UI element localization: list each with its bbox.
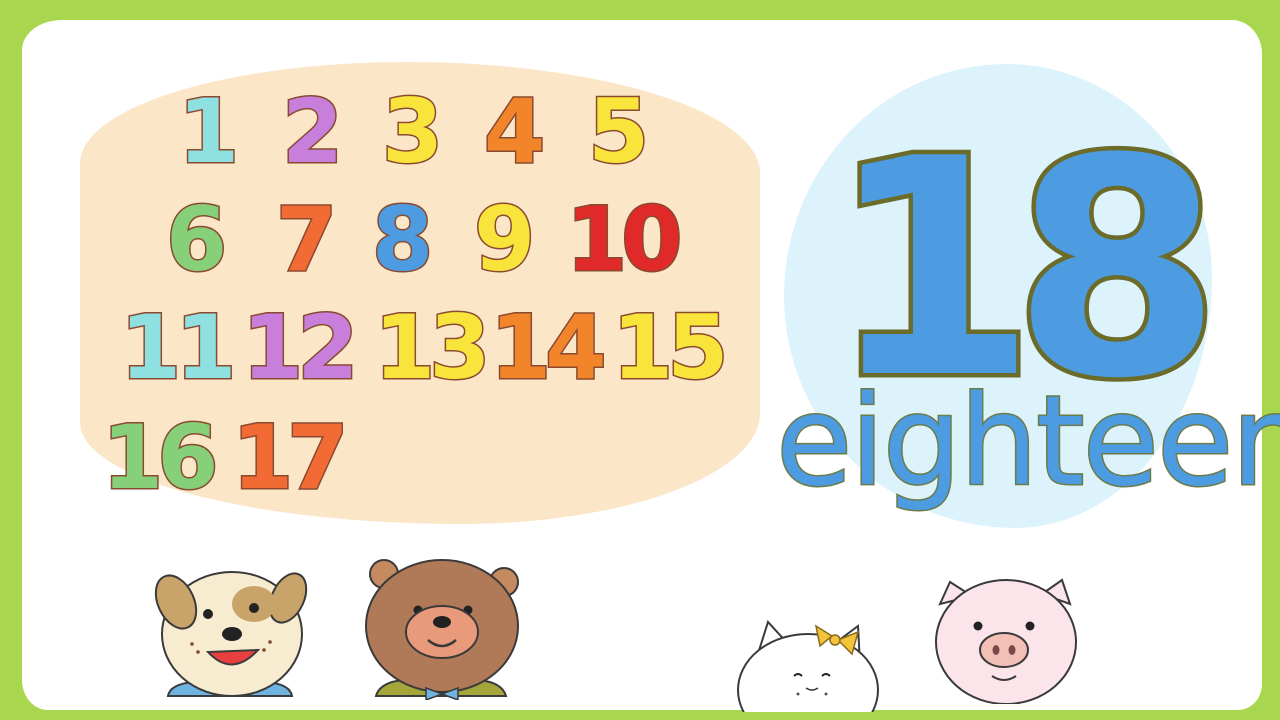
number-10: 10	[564, 188, 684, 291]
number-16: 16	[100, 406, 220, 509]
number-14: 14	[488, 296, 608, 399]
number-2: 2	[280, 80, 344, 183]
number-6: 6	[164, 188, 228, 291]
cat-character	[737, 620, 879, 712]
pig-character	[935, 578, 1077, 704]
number-13: 13	[372, 296, 492, 399]
number-15: 15	[610, 296, 730, 399]
number-5: 5	[586, 80, 650, 183]
number-9: 9	[472, 188, 536, 291]
number-11: 11	[118, 296, 238, 399]
number-1: 1	[176, 80, 240, 183]
number-4: 4	[482, 80, 546, 183]
number-7: 7	[274, 188, 338, 291]
number-17: 17	[230, 406, 350, 509]
number-12: 12	[240, 296, 360, 399]
dog-character	[154, 571, 308, 697]
number-8: 8	[370, 188, 434, 291]
bear-character	[365, 559, 519, 700]
highlight-word: eighteen	[775, 370, 1280, 514]
number-3: 3	[380, 80, 444, 183]
